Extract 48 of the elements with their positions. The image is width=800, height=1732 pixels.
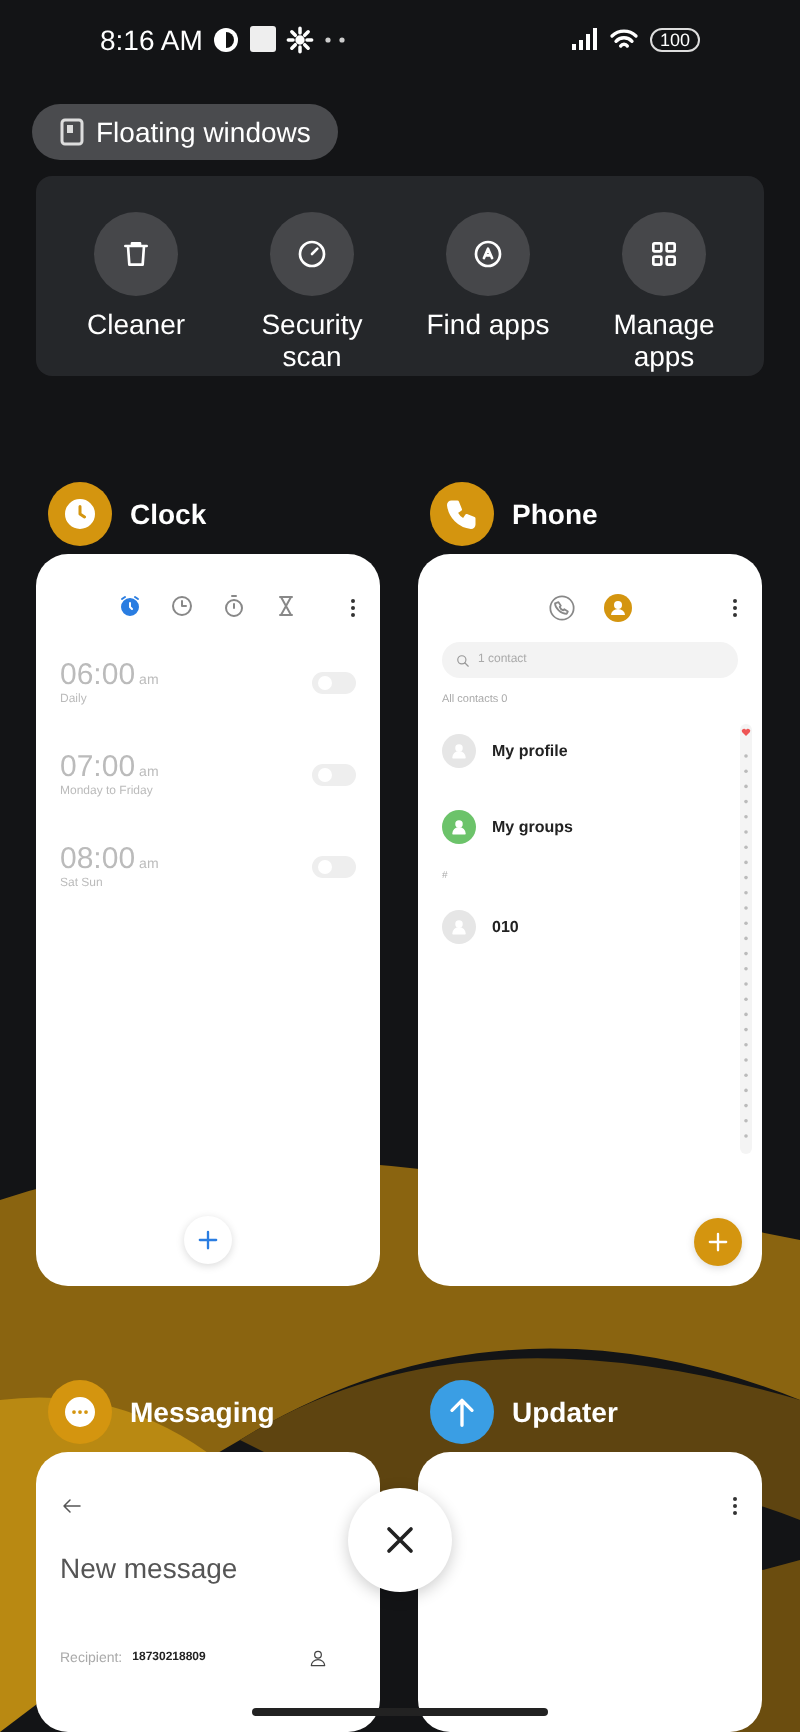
person-icon <box>450 817 468 835</box>
more-icon[interactable] <box>732 598 738 618</box>
more-icon[interactable] <box>732 1496 738 1516</box>
back-arrow-icon <box>60 1494 84 1518</box>
floating-windows-button[interactable]: Floating windows <box>32 103 339 160</box>
person-icon <box>308 1648 328 1668</box>
app-name: Phone <box>512 498 598 530</box>
phone-tab-icon <box>548 594 576 622</box>
alarm-icon <box>118 594 142 618</box>
screen-title: New message <box>60 1552 240 1584</box>
person-icon <box>450 917 468 935</box>
hourglass-icon <box>274 594 298 618</box>
app-name: Messaging <box>130 1396 275 1428</box>
quick-action-button[interactable]: Security scan <box>248 211 376 376</box>
person-tab-icon[interactable] <box>604 594 632 622</box>
person-icon <box>450 741 468 759</box>
alarm-time: 06:00 <box>60 658 136 692</box>
more-icon[interactable] <box>350 598 356 618</box>
data-saver-icon <box>212 25 241 54</box>
clock-icon <box>170 594 194 618</box>
add-contact-button[interactable] <box>694 1218 742 1266</box>
app-name: Clock <box>130 498 207 530</box>
phone-icon <box>444 496 480 532</box>
stopwatch-icon <box>222 594 246 618</box>
clock-icon <box>62 496 98 532</box>
quick-action-button[interactable]: Find apps <box>424 211 552 376</box>
window-icon <box>60 117 84 146</box>
battery-level: 100 <box>649 27 700 52</box>
contact-row[interactable]: 010 <box>442 894 738 958</box>
app-name: Updater <box>512 1396 618 1428</box>
plus-icon <box>194 1226 222 1254</box>
quick-action-button[interactable]: Cleaner <box>72 211 200 376</box>
alarm-time: 07:00 <box>60 750 136 784</box>
settings-icon <box>286 25 315 54</box>
add-button[interactable] <box>184 1216 232 1264</box>
gauge-icon <box>296 237 328 270</box>
notification-icon <box>250 26 277 53</box>
quick-action-button[interactable]: Manage apps <box>600 211 728 376</box>
chat-icon <box>62 1394 98 1430</box>
grid-icon <box>648 237 680 270</box>
contact-row[interactable]: My groups <box>442 794 738 858</box>
alarm-time: 08:00 <box>60 842 136 876</box>
plus-icon <box>704 1228 732 1256</box>
more-notifications-icon <box>324 35 349 44</box>
status-time: 8:16 AM <box>100 23 203 56</box>
signal-icon <box>571 28 598 51</box>
trash-icon <box>120 237 152 270</box>
contact-row[interactable]: My profile <box>442 718 738 782</box>
